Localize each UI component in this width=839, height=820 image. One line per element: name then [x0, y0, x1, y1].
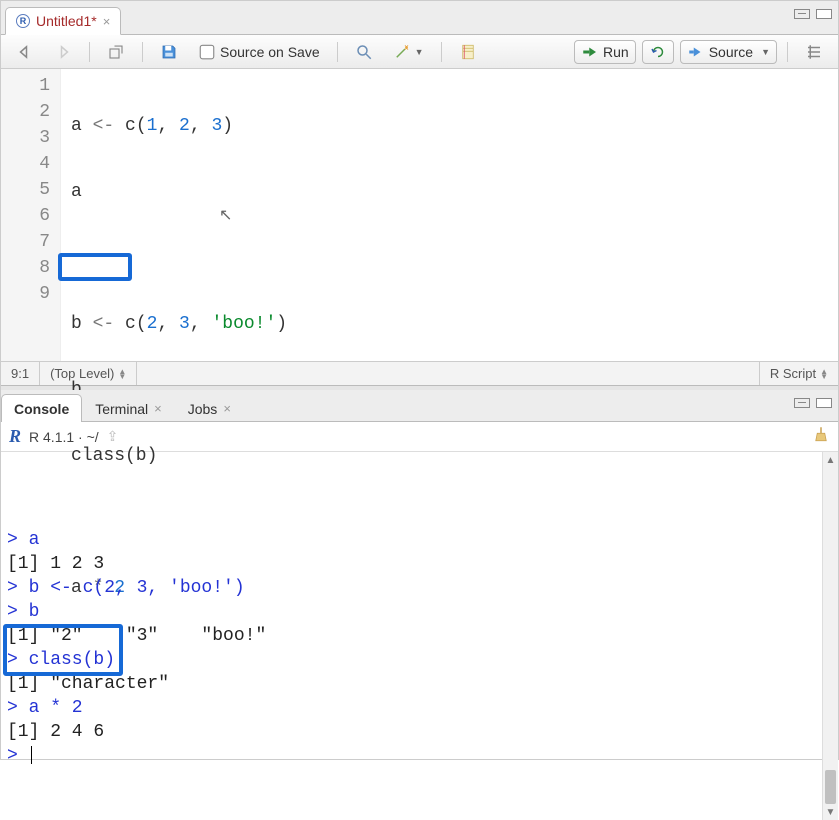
code-tools-button[interactable]: ▼ [386, 40, 431, 64]
text-cursor [31, 746, 32, 764]
console-scrollbar[interactable]: ▲ ▼ [822, 452, 838, 820]
minimize-pane-icon[interactable] [794, 398, 810, 408]
notebook-icon [459, 43, 477, 61]
source-pane: R Untitled1* × Source on Save [1, 1, 838, 386]
tab-terminal[interactable]: Terminal × [82, 394, 175, 422]
close-icon[interactable]: × [103, 14, 111, 29]
tab-jobs[interactable]: Jobs × [175, 394, 244, 422]
tab-terminal-label: Terminal [95, 401, 148, 417]
maximize-pane-icon[interactable] [816, 398, 832, 408]
nav-forward-button[interactable] [47, 40, 79, 64]
find-button[interactable] [348, 40, 380, 64]
r-file-icon: R [16, 14, 30, 28]
line-gutter: 1 2 3 4 5 6 7 8 9 [1, 69, 61, 361]
scroll-track[interactable] [823, 468, 838, 804]
line-number: 4 [1, 151, 50, 177]
console-line: [1] 1 2 3 [7, 552, 816, 576]
maximize-pane-icon[interactable] [816, 9, 832, 19]
run-arrow-icon [581, 43, 599, 61]
close-icon[interactable]: × [223, 401, 231, 416]
line-number: 8 [1, 255, 50, 281]
console-output[interactable]: > a[1] 1 2 3> b <- c(2, 3, 'boo!')> b[1]… [1, 452, 822, 820]
close-icon[interactable]: × [154, 401, 162, 416]
source-button[interactable]: Source ▼ [680, 40, 777, 64]
run-label: Run [603, 44, 629, 60]
console-line: > a * 2 [7, 696, 816, 720]
source-label: Source [709, 44, 753, 60]
editor-tab-title: Untitled1* [36, 13, 97, 29]
editor-tab-untitled1[interactable]: R Untitled1* × [5, 7, 121, 35]
arrow-left-icon [16, 43, 34, 61]
console-line: [1] 2 4 6 [7, 720, 816, 744]
chevron-down-icon: ▼ [415, 47, 424, 57]
console-line: > b <- c(2, 3, 'boo!') [7, 576, 816, 600]
line-number: 7 [1, 229, 50, 255]
cursor-position: 9:1 [1, 362, 40, 385]
floppy-disk-icon [160, 43, 178, 61]
pane-window-controls [794, 398, 832, 408]
console-line: > class(b) [7, 648, 816, 672]
rerun-icon [649, 43, 667, 61]
line-number: 6 [1, 203, 50, 229]
popout-icon [107, 43, 125, 61]
line-number: 9 [1, 281, 50, 307]
run-button[interactable]: Run [574, 40, 636, 64]
outline-icon [805, 43, 823, 61]
compile-report-button[interactable] [452, 40, 484, 64]
source-on-save-toggle[interactable]: Source on Save [191, 40, 327, 64]
tab-console-label: Console [14, 401, 69, 417]
console-prompt[interactable]: > [7, 744, 816, 768]
console-body: > a[1] 1 2 3> b <- c(2, 3, 'boo!')> b[1]… [1, 452, 838, 820]
code-editor[interactable]: 1 2 3 4 5 6 7 8 9 a <- c(1, 2, 3) a b <-… [1, 69, 838, 361]
line-number: 5 [1, 177, 50, 203]
minimize-pane-icon[interactable] [794, 9, 810, 19]
tab-console[interactable]: Console [1, 394, 82, 422]
source-on-save-label: Source on Save [220, 44, 320, 60]
line-number: 3 [1, 125, 50, 151]
code-area[interactable]: a <- c(1, 2, 3) a b <- c(2, 3, 'boo!') b… [61, 69, 838, 361]
nav-back-button[interactable] [9, 40, 41, 64]
rerun-button[interactable] [642, 40, 674, 64]
save-button[interactable] [153, 40, 185, 64]
console-line: > a [7, 528, 816, 552]
magic-wand-icon [393, 43, 411, 61]
mouse-cursor-icon: ↖ [219, 205, 232, 225]
tab-jobs-label: Jobs [188, 401, 218, 417]
r-logo-icon: R [9, 426, 21, 447]
line-number: 1 [1, 73, 50, 99]
console-line: > b [7, 600, 816, 624]
scroll-thumb[interactable] [825, 770, 836, 804]
console-line: [1] "character" [7, 672, 816, 696]
arrow-right-icon [54, 43, 72, 61]
show-in-new-window-button[interactable] [100, 40, 132, 64]
chevron-down-icon: ▼ [761, 47, 770, 57]
console-tabbar: Console Terminal × Jobs × [1, 390, 838, 422]
line-number: 2 [1, 99, 50, 125]
scroll-down-icon[interactable]: ▼ [823, 804, 838, 820]
console-pane: Console Terminal × Jobs × R R 4.1.1 · ~/… [1, 386, 838, 820]
source-arrow-icon [687, 43, 705, 61]
outline-button[interactable] [798, 40, 830, 64]
checkbox-icon [198, 43, 216, 61]
console-line: [1] "2" "3" "boo!" [7, 624, 816, 648]
editor-tabbar: R Untitled1* × [1, 1, 838, 35]
editor-toolbar: Source on Save ▼ Run Source ▼ [1, 35, 838, 69]
pane-window-controls [794, 9, 832, 19]
magnifier-icon [355, 43, 373, 61]
